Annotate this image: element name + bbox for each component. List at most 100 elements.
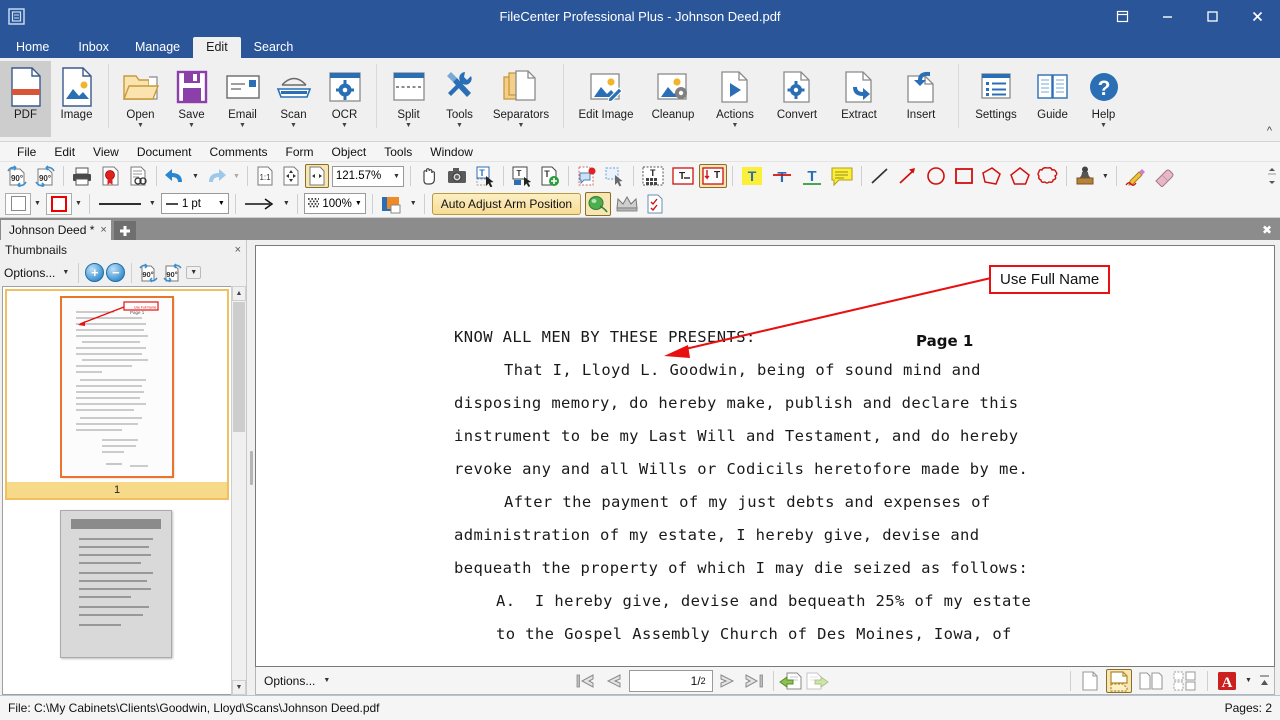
chevron-down-icon[interactable]: ▼ (320, 677, 333, 684)
auto-adjust-arm-position-button[interactable]: Auto Adjust Arm Position (432, 193, 581, 215)
ribbon-button-guide[interactable]: Guide (1027, 61, 1078, 137)
chevron-down-icon[interactable]: ▼ (393, 173, 400, 180)
panel-splitter[interactable] (247, 240, 255, 695)
annotation-arrow-icon[interactable] (256, 246, 1274, 656)
menu-comments[interactable]: Comments (201, 143, 277, 161)
find-document-icon[interactable] (125, 164, 151, 188)
redo-dropdown-caret-icon[interactable]: ▼ (230, 173, 243, 180)
ribbon-button-image[interactable]: Image (51, 61, 102, 137)
ribbon-button-ocr[interactable]: OCR ▼ (319, 61, 370, 137)
ribbon-button-pdf[interactable]: PDF (0, 61, 51, 137)
zoom-level-combobox[interactable]: 121.57% ▼ (332, 166, 404, 187)
menu-view[interactable]: View (84, 143, 128, 161)
line-tool-icon[interactable] (867, 164, 893, 188)
thumbnail-rotate-left-icon[interactable]: 90° (138, 263, 160, 283)
fill-stroke-color-picker[interactable] (378, 192, 406, 216)
chevron-down-icon[interactable]: ▼ (518, 122, 525, 130)
certify-seal-icon[interactable] (97, 164, 123, 188)
line-style-preview[interactable] (95, 192, 145, 216)
fit-width-icon[interactable] (305, 164, 329, 188)
stroke-color-swatch[interactable] (46, 193, 72, 215)
scrollbar-thumb[interactable] (233, 302, 245, 432)
viewer-scroll-top-icon[interactable] (1259, 674, 1270, 688)
chevron-down-icon[interactable]: ▼ (405, 122, 412, 130)
ellipse-tool-icon[interactable] (923, 164, 949, 188)
chevron-down-icon[interactable]: ▼ (59, 269, 72, 276)
ribbon-button-scan[interactable]: Scan ▼ (268, 61, 319, 137)
minimize-button[interactable] (1145, 0, 1190, 33)
color-picker-caret-icon[interactable]: ▼ (407, 200, 420, 207)
adobe-pdf-icon[interactable]: A (1215, 669, 1239, 693)
ribbon-button-extract[interactable]: Extract (828, 61, 890, 137)
fill-color-caret-icon[interactable]: ▼ (31, 200, 44, 207)
zoom-out-button[interactable]: − (106, 263, 125, 282)
hand-tool-icon[interactable] (416, 164, 442, 188)
collapse-ribbon-button[interactable]: ^ (1267, 125, 1272, 137)
arrow-tool-icon[interactable] (895, 164, 921, 188)
ribbon-button-settings[interactable]: Settings (965, 61, 1027, 137)
ribbon-button-save[interactable]: Save ▼ (166, 61, 217, 137)
single-page-icon[interactable] (1078, 669, 1102, 693)
text-field-icon[interactable]: T (669, 164, 697, 188)
thumbnails-options-label[interactable]: Options... (4, 266, 57, 280)
annotation-callout-box[interactable]: Use Full Name (989, 265, 1110, 294)
viewer-options-button[interactable]: Options... ▼ (260, 674, 337, 688)
arrow-style-caret-icon[interactable]: ▼ (280, 200, 293, 207)
sticky-note-icon[interactable] (828, 164, 856, 188)
balloon-annotation-icon[interactable] (585, 192, 611, 216)
previous-page-icon[interactable] (600, 670, 625, 692)
ribbon-button-insert[interactable]: Insert (890, 61, 952, 137)
ribbon-button-separators[interactable]: Separators ▼ (485, 61, 557, 137)
print-icon[interactable] (69, 164, 95, 188)
previous-view-icon[interactable] (779, 670, 804, 692)
comment-list-icon[interactable] (574, 164, 600, 188)
ribbon-button-tools[interactable]: Tools ▼ (434, 61, 485, 137)
arrow-style-preview[interactable] (241, 192, 279, 216)
stroke-color-caret-icon[interactable]: ▼ (72, 200, 85, 207)
add-text-icon[interactable]: T (537, 164, 563, 188)
chevron-down-icon[interactable]: ▼ (218, 200, 225, 207)
stamp-tool-icon[interactable] (1072, 164, 1098, 188)
pdf-page-canvas[interactable]: KNOW ALL MEN BY THESE PRESENTS: That I, … (255, 245, 1275, 667)
chevron-down-icon[interactable]: ▼ (239, 122, 246, 130)
text-touchup-icon[interactable]: T (509, 164, 535, 188)
stamp-dropdown-caret-icon[interactable]: ▼ (1099, 173, 1112, 180)
eraser-tool-icon[interactable] (1150, 164, 1178, 188)
chevron-down-icon[interactable]: ▼ (1100, 122, 1107, 130)
thumbnail-page-2[interactable] (3, 504, 229, 658)
document-tab-johnson-deed[interactable]: Johnson Deed * × (0, 219, 112, 240)
scroll-down-arrow-icon[interactable]: ▼ (232, 680, 246, 695)
text-box-region-icon[interactable]: T (639, 164, 667, 188)
highlight-text-icon[interactable]: T (738, 164, 766, 188)
opacity-combobox[interactable]: 100% ▼ (304, 193, 366, 214)
chevron-down-icon[interactable]: ▼ (188, 122, 195, 130)
ribbon-button-split[interactable]: Split ▼ (383, 61, 434, 137)
menu-edit[interactable]: Edit (45, 143, 84, 161)
ribbon-tab-inbox[interactable]: Inbox (65, 37, 122, 59)
ribbon-tab-search[interactable]: Search (241, 37, 307, 59)
ribbon-tab-home[interactable]: Home (2, 37, 65, 59)
actual-size-icon[interactable]: 1:1 (253, 164, 277, 188)
text-edit-icon[interactable]: T (699, 164, 727, 188)
snapshot-camera-icon[interactable] (444, 164, 470, 188)
chevron-down-icon[interactable]: ▼ (355, 200, 362, 207)
underline-text-icon[interactable]: T (798, 164, 826, 188)
thumbnails-scrollbar[interactable]: ▲ ▼ (231, 286, 246, 695)
rotate-right-90-icon[interactable]: 90° (32, 164, 58, 188)
rectangle-tool-icon[interactable] (951, 164, 977, 188)
next-page-icon[interactable] (717, 670, 742, 692)
fit-page-icon[interactable] (279, 164, 303, 188)
first-page-icon[interactable] (574, 670, 599, 692)
select-text-icon[interactable]: T (472, 164, 498, 188)
restore-down-button[interactable] (1100, 0, 1145, 33)
thumbnails-more-caret-icon[interactable]: ▼ (186, 266, 201, 279)
undo-dropdown-caret-icon[interactable]: ▼ (189, 173, 202, 180)
ribbon-button-convert[interactable]: Convert (766, 61, 828, 137)
chevron-down-icon[interactable]: ▼ (137, 122, 144, 130)
select-comment-icon[interactable] (602, 164, 628, 188)
ribbon-tab-edit[interactable]: Edit (193, 37, 241, 59)
ribbon-button-actions[interactable]: Actions ▼ (704, 61, 766, 137)
redo-icon[interactable] (203, 164, 229, 188)
crown-stamp-icon[interactable] (613, 192, 641, 216)
continuous-page-icon[interactable] (1106, 669, 1132, 693)
